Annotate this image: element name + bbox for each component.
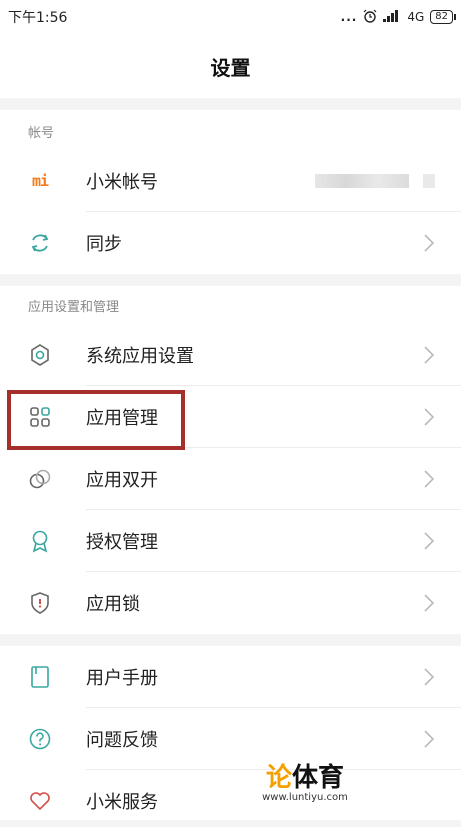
row-label: 应用双开 xyxy=(86,470,158,491)
dual-circles-icon xyxy=(28,467,52,491)
row-user-guide[interactable]: 用户手册 xyxy=(0,646,461,708)
row-mi-account[interactable]: mi 小米帐号 xyxy=(0,150,461,212)
question-icon xyxy=(28,727,52,751)
account-value-blurred-end xyxy=(423,174,435,188)
chevron-right-icon xyxy=(423,531,435,551)
network-type: 4G xyxy=(407,10,425,24)
more-dots-icon: ... xyxy=(340,10,358,24)
chevron-right-icon xyxy=(423,469,435,489)
row-dual-apps[interactable]: 应用双开 xyxy=(0,448,461,510)
row-permissions[interactable]: 授权管理 xyxy=(0,510,461,572)
chevron-right-icon xyxy=(423,345,435,365)
row-label: 应用锁 xyxy=(86,594,140,615)
chevron-right-icon xyxy=(423,729,435,749)
sync-icon xyxy=(28,231,52,255)
chevron-right-icon xyxy=(423,667,435,687)
section-gap xyxy=(0,274,461,286)
row-label: 同步 xyxy=(86,234,122,255)
section-header-apps: 应用设置和管理 xyxy=(28,300,120,315)
account-value-blurred xyxy=(315,174,409,188)
heart-icon xyxy=(28,789,52,813)
section-gap xyxy=(0,634,461,646)
row-app-lock[interactable]: 应用锁 xyxy=(0,572,461,634)
battery-icon: 82 xyxy=(430,10,456,24)
signal-icon xyxy=(383,9,401,25)
status-bar: 下午1:56 ... 4G 82 xyxy=(0,0,461,34)
row-label: 小米帐号 xyxy=(86,172,158,193)
row-label: 系统应用设置 xyxy=(86,346,194,367)
watermark-url: www.luntiyu.com xyxy=(262,792,348,803)
shield-icon xyxy=(28,591,52,615)
highlight-box xyxy=(7,390,185,450)
bottom-edge xyxy=(0,820,461,827)
alarm-icon xyxy=(363,9,377,26)
badge-icon xyxy=(28,529,52,553)
row-feedback[interactable]: 问题反馈 xyxy=(0,708,461,770)
section-header-account: 帐号 xyxy=(28,126,55,141)
page-title: 设置 xyxy=(210,55,251,80)
row-label: 小米服务 xyxy=(86,792,158,813)
mi-logo-icon: mi xyxy=(31,172,49,190)
section-gap xyxy=(0,98,461,110)
row-label: 问题反馈 xyxy=(86,730,158,751)
book-icon xyxy=(28,665,52,689)
watermark-logo: 论体育 xyxy=(265,763,345,793)
chevron-right-icon xyxy=(423,407,435,427)
row-sync[interactable]: 同步 xyxy=(0,212,461,274)
gear-icon xyxy=(28,343,52,367)
chevron-right-icon xyxy=(423,593,435,613)
row-system-apps[interactable]: 系统应用设置 xyxy=(0,324,461,386)
status-time: 下午1:56 xyxy=(8,10,68,26)
status-icons: ... 4G 82 xyxy=(340,9,456,26)
row-label: 授权管理 xyxy=(86,532,158,553)
chevron-right-icon xyxy=(423,233,435,253)
watermark: 论体育 www.luntiyu.com xyxy=(230,764,380,812)
row-label: 用户手册 xyxy=(86,668,158,689)
